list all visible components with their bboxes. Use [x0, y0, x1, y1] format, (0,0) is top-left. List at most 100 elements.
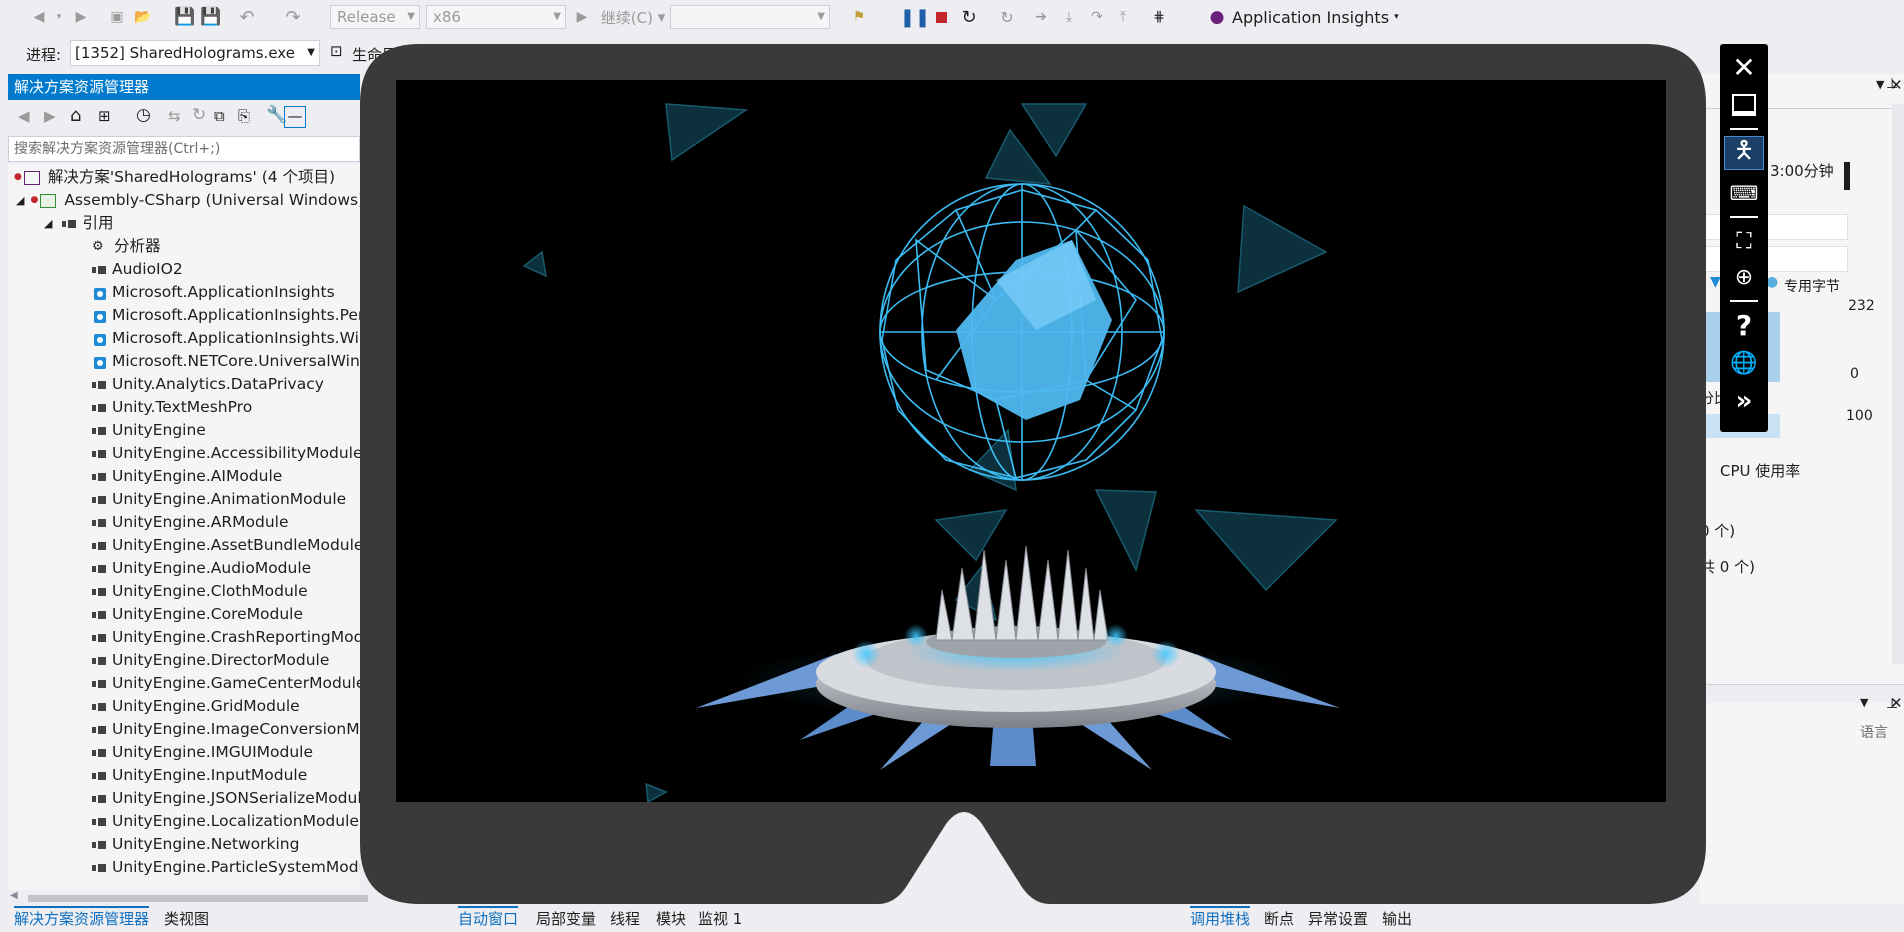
reference-item[interactable]: UnityEngine.ParticleSystemModule — [92, 856, 360, 879]
back-dropdown-icon[interactable]: ▾ — [52, 6, 66, 28]
restart-icon[interactable]: ↻ — [958, 6, 980, 28]
refresh-icon[interactable]: ↻ — [996, 6, 1018, 28]
cpu-usage-tab[interactable]: CPU 使用率 — [1720, 460, 1800, 481]
pending-changes-icon[interactable]: ◷ — [136, 105, 151, 125]
redo-icon[interactable]: ↷ — [282, 6, 304, 28]
reference-item[interactable]: UnityEngine.InputModule — [92, 764, 307, 787]
preview-icon[interactable]: — — [284, 106, 306, 128]
minimize-icon[interactable] — [1724, 88, 1764, 122]
solution-config-select[interactable]: Release ▼ — [330, 5, 420, 29]
collapse-all-icon[interactable]: ⧉ — [214, 107, 225, 125]
refresh-icon[interactable]: ↻ — [192, 105, 206, 125]
solution-node[interactable]: ● 解决方案'SharedHolograms' (4 个项目) — [14, 166, 335, 189]
keyboard-icon[interactable]: ⌨ — [1724, 176, 1764, 210]
tab-watch[interactable]: 监视 1 — [698, 908, 742, 930]
reference-item[interactable]: UnityEngine.CoreModule — [92, 603, 303, 626]
reference-item[interactable]: UnityEngine.Networking — [92, 833, 299, 856]
platform-select[interactable]: x86 ▼ — [426, 5, 566, 29]
continue-icon[interactable]: ▶ — [574, 6, 590, 28]
tab-autos[interactable]: 自动窗口 — [458, 906, 519, 930]
reference-item[interactable]: UnityEngine.JSONSerializeModule — [92, 787, 360, 810]
reference-item[interactable]: UnityEngine.CrashReportingModule — [92, 626, 360, 649]
close-icon[interactable]: ✕ — [1890, 76, 1903, 94]
show-next-statement-icon[interactable]: ➔ — [1030, 6, 1052, 28]
new-project-icon[interactable]: ▣ — [106, 6, 128, 28]
tab-solution-explorer[interactable]: 解决方案资源管理器 — [14, 906, 150, 930]
vertical-scrollbar[interactable] — [1892, 104, 1904, 664]
globe-icon[interactable]: 🌐 — [1724, 346, 1764, 380]
reference-item[interactable]: UnityEngine — [92, 419, 206, 442]
lifecycle-icon[interactable]: ⊡ — [330, 42, 343, 60]
process-icon[interactable]: ⚑ — [848, 6, 870, 28]
app-insights-button[interactable]: Application Insights ▾ — [1232, 6, 1412, 28]
step-out-icon[interactable]: ⤒ — [1112, 6, 1134, 28]
reference-item[interactable]: Microsoft.ApplicationInsights.WindowsApp… — [92, 327, 360, 350]
references-node[interactable]: ◢ 引用 — [44, 212, 113, 235]
tab-class-view[interactable]: 类视图 — [164, 908, 209, 930]
scrollbar-thumb[interactable] — [28, 895, 368, 902]
forward-icon[interactable]: ▶ — [70, 6, 92, 28]
tab-locals[interactable]: 局部变量 — [536, 908, 596, 930]
app-insights-icon[interactable]: ● — [1206, 6, 1228, 28]
solution-explorer-search[interactable]: 搜索解决方案资源管理器(Ctrl+;) — [8, 136, 360, 162]
switch-views-icon[interactable]: ⊞ — [98, 107, 111, 125]
reference-item[interactable]: Microsoft.ApplicationInsights.Persistenc… — [92, 304, 360, 327]
reference-item[interactable]: UnityEngine.IMGUIModule — [92, 741, 313, 764]
tab-modules[interactable]: 模块 — [656, 908, 686, 930]
project-node[interactable]: ◢ ● Assembly-CSharp (Universal Windows) — [16, 189, 360, 212]
reference-label: UnityEngine.AudioModule — [112, 559, 312, 577]
sync-icon[interactable]: ⇆ — [168, 107, 181, 125]
reference-item[interactable]: UnityEngine.GameCenterModule — [92, 672, 360, 695]
tab-exception-settings[interactable]: 异常设置 — [1308, 908, 1368, 930]
reference-item[interactable]: UnityEngine.GridModule — [92, 695, 300, 718]
tab-output[interactable]: 输出 — [1382, 908, 1412, 930]
save-icon[interactable]: 💾 — [174, 6, 196, 28]
close-icon[interactable]: ✕ — [1890, 694, 1903, 712]
reference-item[interactable]: UnityEngine.ARModule — [92, 511, 289, 534]
reference-item[interactable]: UnityEngine.AccessibilityModule — [92, 442, 360, 465]
tab-call-stack[interactable]: 调用堆栈 — [1190, 906, 1251, 930]
forward-icon[interactable]: ▶ — [44, 107, 56, 125]
emulator-viewport[interactable] — [396, 80, 1666, 802]
show-all-files-icon[interactable]: ⎘ — [238, 107, 250, 125]
fit-screen-icon[interactable]: ⛶ — [1724, 224, 1764, 258]
reference-item[interactable]: UnityEngine.DirectorModule — [92, 649, 329, 672]
process-select[interactable]: [1352] SharedHolograms.exe ▼ — [70, 40, 320, 66]
reference-item[interactable]: UnityEngine.AssetBundleModule — [92, 534, 360, 557]
zoom-icon[interactable]: ⊕ — [1724, 260, 1764, 294]
undo-icon[interactable]: ↶ — [236, 6, 258, 28]
reference-item[interactable]: UnityEngine.AIModule — [92, 465, 282, 488]
reference-item[interactable]: UnityEngine.ImageConversionModule — [92, 718, 360, 741]
reference-label: UnityEngine.Networking — [112, 835, 300, 853]
pause-icon[interactable]: ❚❚ — [900, 6, 930, 28]
home-icon[interactable]: ⌂ — [70, 105, 81, 126]
hex-display-icon[interactable]: ⋕ — [1148, 6, 1170, 28]
reference-item[interactable]: Unity.Analytics.DataPrivacy — [92, 373, 324, 396]
reference-item[interactable]: UnityEngine.AudioModule — [92, 557, 311, 580]
back-icon[interactable]: ◀ — [18, 107, 30, 125]
reference-item[interactable]: UnityEngine.ClothModule — [92, 580, 308, 603]
reference-item[interactable]: Microsoft.NETCore.UniversalWindowsPlatfo… — [92, 350, 360, 373]
step-over-icon[interactable]: ↷ — [1086, 6, 1108, 28]
reference-item[interactable]: UnityEngine.AnimationModule — [92, 488, 346, 511]
continue-button[interactable]: 继续(C) ▾ — [598, 6, 668, 28]
analyzers-node[interactable]: ⚙ 分析器 — [92, 235, 161, 258]
panel-menu-icon[interactable]: ▼ — [1876, 78, 1884, 91]
reference-item[interactable]: Microsoft.ApplicationInsights — [92, 281, 335, 304]
step-into-icon[interactable]: ⤓ — [1058, 6, 1080, 28]
close-icon[interactable]: ✕ — [1724, 50, 1764, 84]
person-icon[interactable]: 🯅 — [1724, 136, 1764, 170]
reference-item[interactable]: AudioIO2 — [92, 258, 183, 281]
stop-icon[interactable] — [930, 6, 952, 28]
help-icon[interactable]: ? — [1724, 308, 1764, 342]
open-file-icon[interactable]: 📂 — [132, 6, 154, 28]
tab-breakpoints[interactable]: 断点 — [1264, 908, 1294, 930]
panel-menu-icon[interactable]: ▼ — [1860, 696, 1868, 709]
expand-icon[interactable]: » — [1724, 384, 1764, 418]
back-icon[interactable]: ◀ — [28, 6, 50, 28]
save-all-icon[interactable]: 💾 — [200, 6, 222, 28]
reference-item[interactable]: Unity.TextMeshPro — [92, 396, 252, 419]
debug-target-select[interactable]: ▼ — [670, 5, 830, 29]
reference-item[interactable]: UnityEngine.LocalizationModule — [92, 810, 359, 833]
tab-threads[interactable]: 线程 — [610, 908, 640, 930]
